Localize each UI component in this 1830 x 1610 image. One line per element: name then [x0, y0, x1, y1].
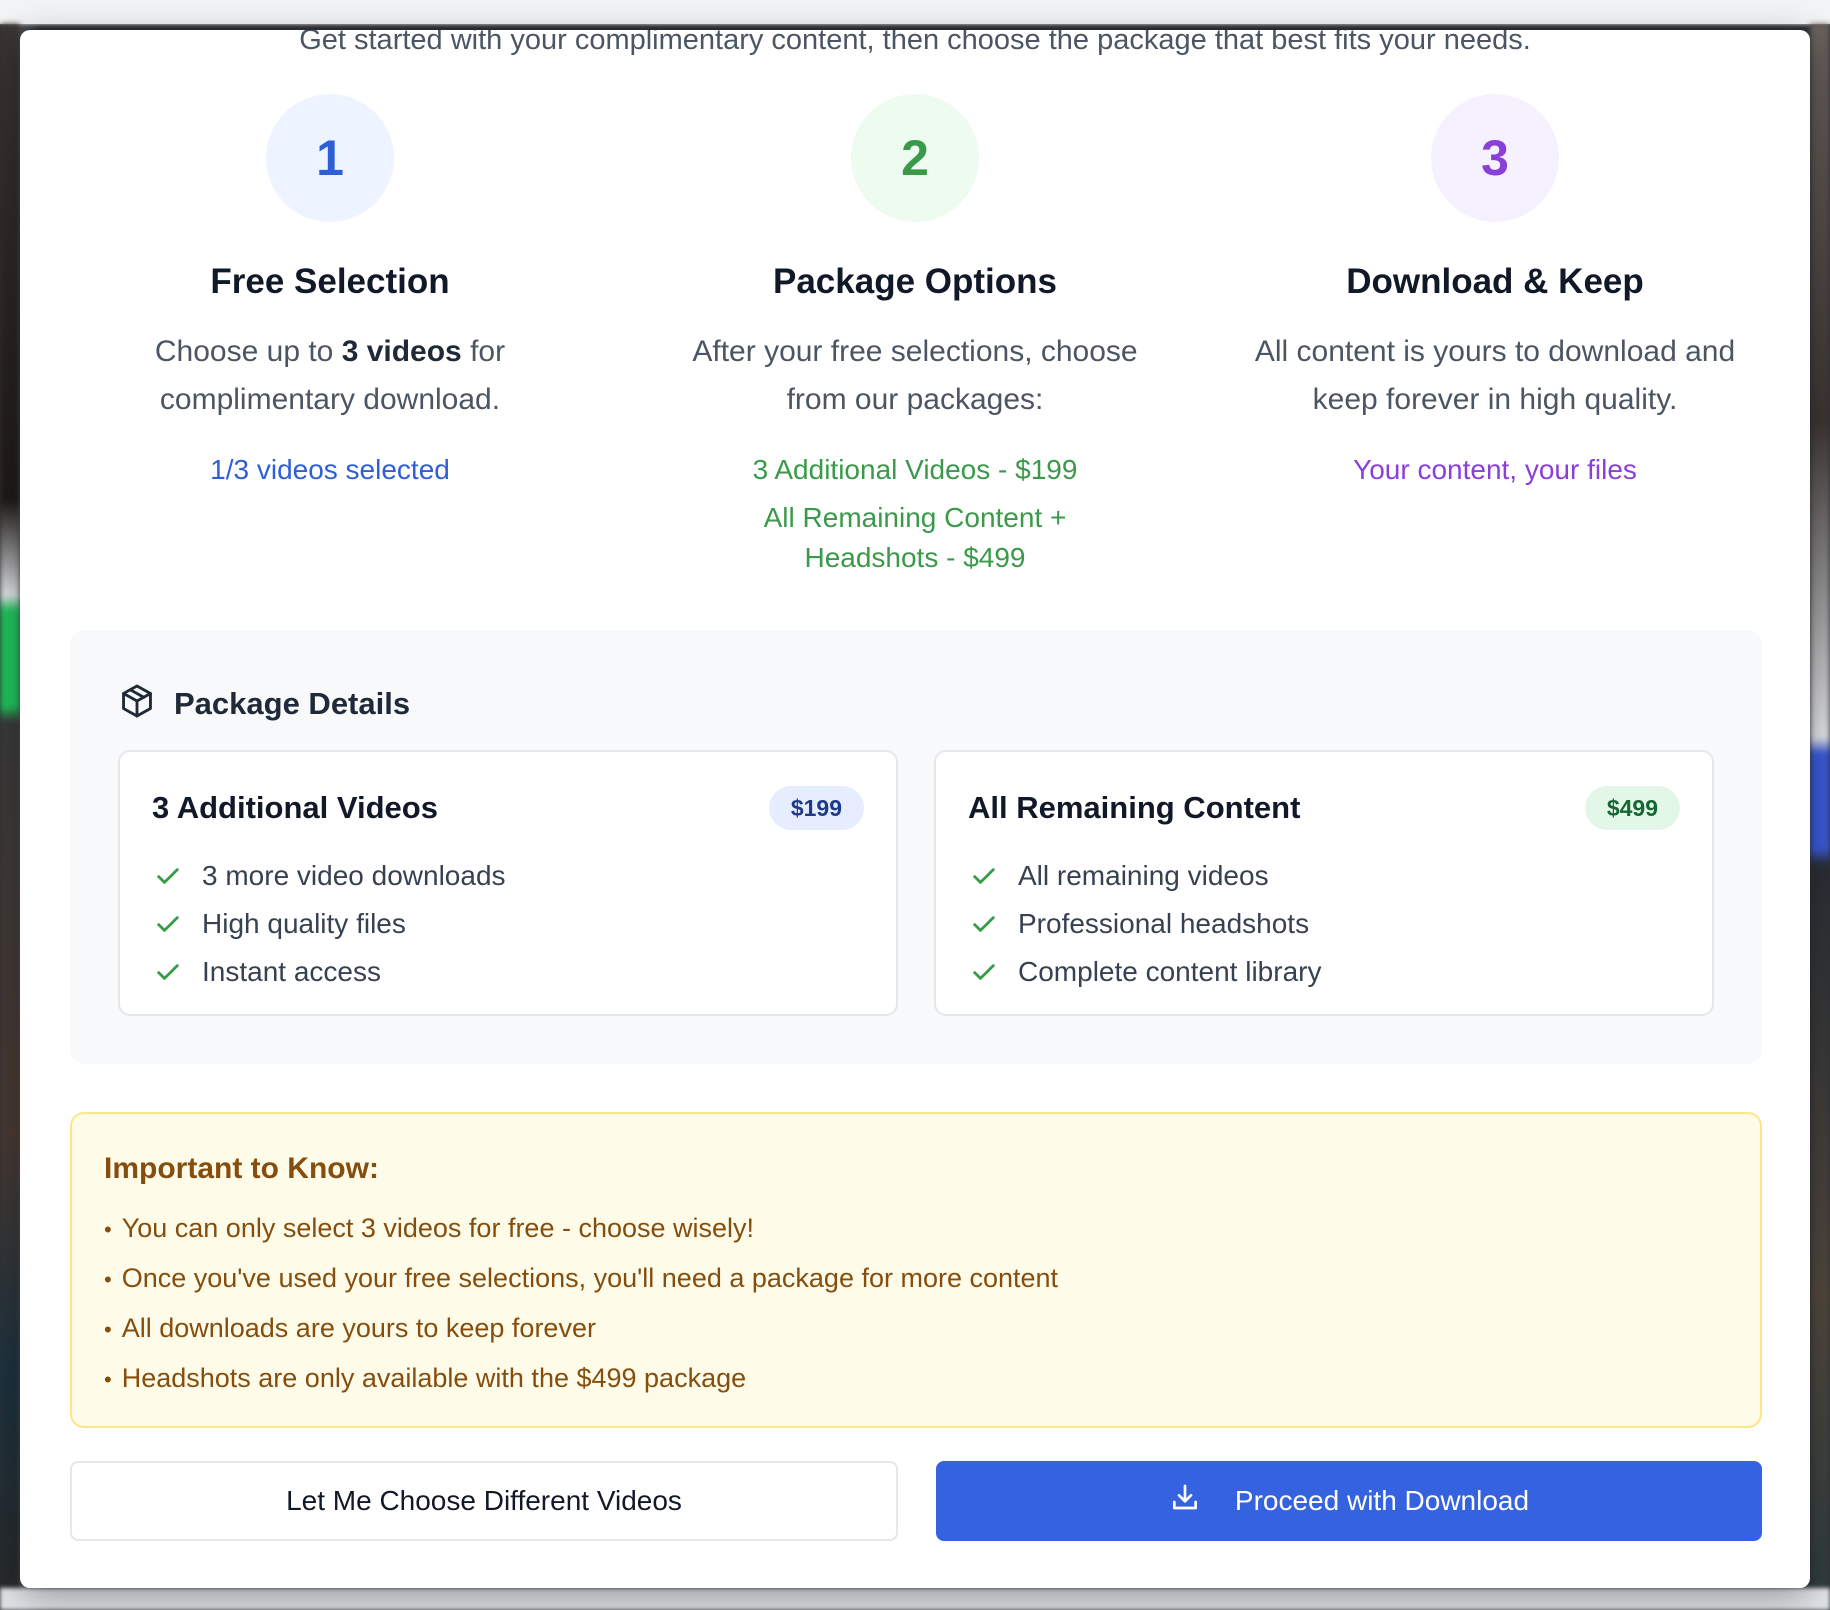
- notice-item: All downloads are yours to keep forever: [104, 1304, 1728, 1354]
- feature-item: 3 more video downloads: [154, 852, 506, 900]
- step-number: 1: [316, 130, 344, 186]
- step-title: Package Options: [773, 262, 1057, 301]
- blurred-nav-bar: [0, 0, 1830, 24]
- step-title: Download & Keep: [1346, 262, 1644, 301]
- step-title: Free Selection: [210, 262, 450, 301]
- step-number: 3: [1481, 130, 1509, 186]
- steps-row: 1 Free Selection Choose up to 3 videos f…: [50, 94, 1780, 614]
- important-notice: Important to Know: You can only select 3…: [70, 1112, 1762, 1428]
- choose-different-videos-button[interactable]: Let Me Choose Different Videos: [70, 1461, 898, 1541]
- feature-label: High quality files: [202, 908, 406, 939]
- feature-list: 3 more video downloads High quality file…: [154, 852, 506, 996]
- package-option-2: All Remaining Content + Headshots - $499: [763, 502, 1067, 573]
- package-card-199: 3 Additional Videos $199 3 more video do…: [118, 750, 898, 1016]
- package-details-header: Package Details: [118, 682, 410, 725]
- blurred-left-content: [0, 24, 20, 1610]
- feature-item: Instant access: [154, 948, 506, 996]
- feature-label: 3 more video downloads: [202, 860, 506, 891]
- notice-item: Once you've used your free selections, y…: [104, 1254, 1728, 1304]
- package-card-499: All Remaining Content $499 All remaining…: [934, 750, 1714, 1016]
- step-number-circle: 1: [266, 94, 394, 222]
- feature-item: High quality files: [154, 900, 506, 948]
- package-card-title: All Remaining Content: [968, 790, 1301, 825]
- step-description: After your free selections, choose from …: [692, 335, 1138, 416]
- step-package-options: 2 Package Options After your free select…: [635, 94, 1195, 578]
- check-icon: [154, 910, 202, 938]
- step-number-circle: 3: [1431, 94, 1559, 222]
- package-icon: [118, 682, 156, 725]
- desc-bold-text: 3 videos: [341, 335, 462, 368]
- feature-item: Professional headshots: [970, 900, 1321, 948]
- proceed-download-button[interactable]: Proceed with Download: [936, 1461, 1762, 1541]
- desc-text: Choose up to: [154, 335, 342, 368]
- step-number: 2: [901, 130, 929, 186]
- check-icon: [970, 862, 1018, 890]
- feature-item: All remaining videos: [970, 852, 1321, 900]
- intro-text: Get started with your complimentary cont…: [299, 30, 1531, 56]
- notice-item: Headshots are only available with the $4…: [104, 1354, 1728, 1404]
- notice-list: You can only select 3 videos for free - …: [104, 1204, 1728, 1404]
- step-free-selection: 1 Free Selection Choose up to 3 videos f…: [50, 94, 610, 490]
- check-icon: [154, 958, 202, 986]
- selection-count: 1/3 videos selected: [210, 454, 450, 485]
- package-details-title: Package Details: [174, 685, 411, 721]
- blurred-right-content: [1810, 24, 1830, 1610]
- check-icon: [154, 862, 202, 890]
- package-card-title: 3 Additional Videos: [152, 790, 438, 825]
- package-details-panel: Package Details 3 Additional Videos $199…: [70, 630, 1762, 1064]
- package-option-1: 3 Additional Videos - $199: [752, 454, 1078, 485]
- feature-item: Complete content library: [970, 948, 1321, 996]
- package-info-modal: Get started with your complimentary cont…: [20, 30, 1810, 1588]
- step-download-keep: 3 Download & Keep All content is yours t…: [1215, 94, 1775, 490]
- notice-title: Important to Know:: [104, 1152, 379, 1185]
- feature-label: Complete content library: [1018, 956, 1322, 987]
- step-description: Choose up to 3 videos for complimentary …: [50, 328, 610, 424]
- button-label: Proceed with Download: [1234, 1485, 1530, 1516]
- check-icon: [970, 910, 1018, 938]
- button-label: Let Me Choose Different Videos: [286, 1485, 682, 1516]
- notice-item: You can only select 3 videos for free - …: [104, 1204, 1728, 1254]
- check-icon: [970, 958, 1018, 986]
- download-icon: [1169, 1482, 1235, 1521]
- feature-label: All remaining videos: [1018, 860, 1269, 891]
- step-description: All content is yours to download and kee…: [1254, 335, 1736, 416]
- feature-label: Instant access: [202, 956, 381, 987]
- feature-list: All remaining videos Professional headsh…: [970, 852, 1321, 996]
- blurred-bottom-content: [0, 1588, 1830, 1610]
- price-badge: $199: [768, 786, 864, 830]
- price-badge: $499: [1584, 786, 1680, 830]
- feature-label: Professional headshots: [1018, 908, 1310, 939]
- ownership-note: Your content, your files: [1353, 454, 1637, 485]
- step-number-circle: 2: [851, 94, 979, 222]
